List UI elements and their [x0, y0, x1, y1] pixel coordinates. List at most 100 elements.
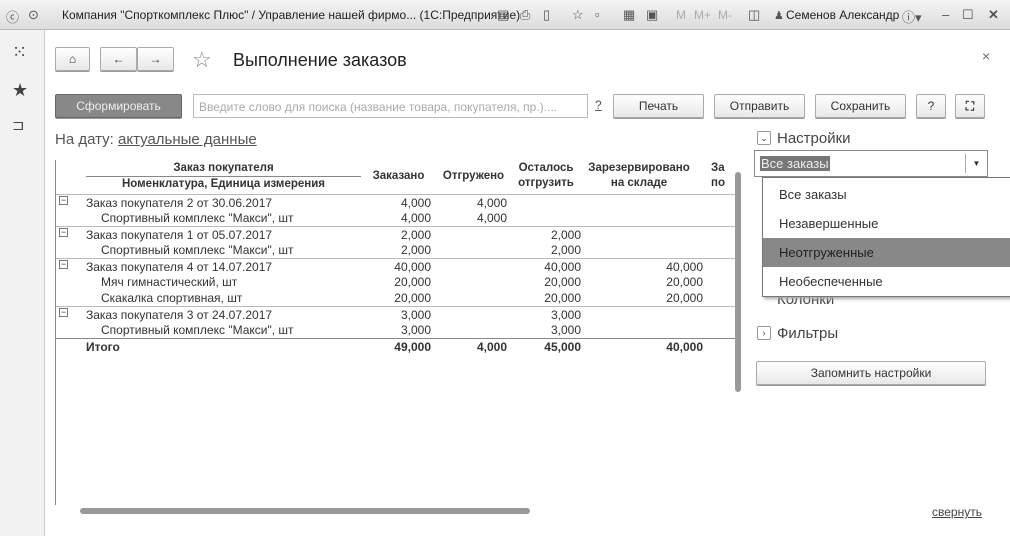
memory-m[interactable]: M [676, 8, 686, 22]
1c-logo-icon[interactable]: ⓒ [6, 7, 19, 26]
sections-grid-icon[interactable]: ⁙ [12, 42, 27, 63]
cell-ordered: 2,000 [400, 243, 431, 257]
cell-ordered: 4,000 [400, 196, 431, 210]
collapse-toggle-icon[interactable]: − [59, 308, 68, 317]
cell-reserved: 20,000 [666, 275, 703, 289]
dropdown-option[interactable]: Неотгруженные [763, 238, 1010, 267]
forward-button[interactable]: → [137, 47, 174, 71]
dropdown-option[interactable]: Все заказы [763, 180, 1010, 209]
calendar-icon[interactable]: ▣ [646, 7, 658, 23]
cell-ordered: 20,000 [394, 291, 431, 305]
row-name: Спортивный комплекс "Макси", шт [101, 323, 294, 337]
favorite-icon[interactable]: ☆ [572, 7, 584, 23]
on-date-label: На дату: [55, 131, 114, 148]
table-row[interactable]: Скакалка спортивная, шт 20,000 20,000 20,00… [56, 290, 735, 306]
settings-toggle-icon[interactable]: ⌄ [757, 131, 771, 145]
window-titlebar: ⓒ ⊙ Компания "Спорткомплекс Плюс" / Упра… [0, 0, 1010, 30]
row-name: Заказ покупателя 2 от 30.06.2017 [86, 196, 273, 210]
search-help-link[interactable]: ? [595, 98, 602, 112]
preview-icon[interactable]: ▯ [543, 7, 550, 23]
send-button[interactable]: Отправить [714, 94, 805, 118]
minimize-icon[interactable]: – [942, 7, 949, 22]
report-table: Заказ покупателя Номенклатура, Единица и… [55, 160, 735, 505]
arrow-right-icon: → [149, 52, 162, 66]
header-order: Заказ покупателя [86, 161, 361, 177]
cell-reserved: 20,000 [666, 291, 703, 305]
dropdown-option[interactable]: Необеспеченные [763, 267, 1010, 296]
order-filter-value: Все заказы [760, 156, 830, 171]
cell-ordered: 20,000 [394, 275, 431, 289]
page-title: Выполнение заказов [233, 50, 407, 70]
cell-reserved: 40,000 [666, 260, 703, 274]
search-input[interactable]: Введите слово для поиска (название товар… [193, 94, 588, 118]
fullscreen-button[interactable]: ⛶ [955, 94, 985, 118]
cell-remaining: 3,000 [550, 323, 581, 337]
cell-remaining: 40,000 [544, 260, 581, 274]
chevron-down-icon[interactable]: ▼ [965, 154, 987, 173]
remember-settings-button[interactable]: Запомнить настройки [756, 361, 986, 385]
home-button[interactable]: ⌂ [55, 47, 90, 71]
row-name: Итого [86, 340, 120, 354]
memory-m-plus[interactable]: M+ [694, 8, 711, 22]
order-filter-dropdown: Все заказы Незавершенные Неотгруженные Необ… [762, 177, 1010, 297]
cell-ordered: 49,000 [394, 340, 431, 354]
print-button[interactable]: Печать [613, 94, 704, 118]
cell-shipped: 4,000 [476, 340, 507, 354]
sidebar: ⁙ ★ ⊐ [0, 30, 45, 536]
cell-remaining: 20,000 [544, 275, 581, 289]
window-title: Компания "Спорткомплекс Плюс" / Управлен… [62, 8, 521, 22]
table-row[interactable]: − Заказ покупателя 2 от 30.06.2017 4,000 4,… [56, 194, 735, 210]
maximize-icon[interactable]: ☐ [962, 7, 974, 23]
close-icon[interactable]: × [982, 48, 990, 64]
save-button[interactable]: Сохранить [815, 94, 906, 118]
cell-ordered: 4,000 [400, 211, 431, 225]
info-icon[interactable]: ⓘ▾ [902, 7, 922, 26]
close-window-icon[interactable]: ✕ [988, 7, 999, 23]
home-icon: ⌂ [68, 52, 77, 66]
cell-shipped: 4,000 [476, 196, 507, 210]
favorite-star-icon[interactable]: ☆ [192, 47, 212, 73]
header-cut: За по [711, 162, 725, 189]
history-icon[interactable]: ⊐ [12, 116, 25, 134]
on-date: На дату: актуальные данные [55, 131, 257, 148]
bookmark-icon[interactable]: ▫ [595, 7, 600, 22]
horizontal-scrollbar[interactable] [75, 508, 720, 515]
favorites-star-icon[interactable]: ★ [12, 80, 28, 101]
cell-reserved: 40,000 [666, 340, 703, 354]
collapse-toggle-icon[interactable]: − [59, 228, 68, 237]
order-filter-select[interactable]: Все заказы ▼ [754, 150, 988, 177]
table-row[interactable]: − Заказ покупателя 1 от 05.07.2017 2,000 2,… [56, 226, 735, 242]
row-name: Заказ покупателя 1 от 05.07.2017 [86, 228, 273, 242]
table-row[interactable]: − Заказ покупателя 4 от 14.07.2017 40,000 4… [56, 258, 735, 274]
row-name: Спортивный комплекс "Макси", шт [101, 211, 294, 225]
table-row[interactable]: Спортивный комплекс "Макси", шт 3,000 3,00… [56, 322, 735, 338]
table-row[interactable]: Спортивный комплекс "Макси", шт 2,000 2,00… [56, 242, 735, 258]
filters-toggle-icon[interactable]: › [757, 326, 771, 340]
back-button[interactable]: ← [100, 47, 137, 71]
collapse-toggle-icon[interactable]: − [59, 196, 68, 205]
row-name: Мяч гимнастический, шт [101, 275, 238, 289]
table-row[interactable]: Спортивный комплекс "Макси", шт 4,000 4,00… [56, 210, 735, 226]
filters-label[interactable]: Фильтры [777, 325, 838, 342]
generate-button[interactable]: Сформировать [55, 94, 182, 118]
settings-title[interactable]: Настройки [777, 130, 851, 147]
menu-icon[interactable]: ⊙ [28, 7, 39, 23]
calculator-icon[interactable]: ▦ [623, 7, 635, 23]
collapse-toggle-icon[interactable]: − [59, 260, 68, 269]
table-row[interactable]: Мяч гимнастический, шт 20,000 20,000 20,000 [56, 274, 735, 290]
cell-ordered: 2,000 [400, 228, 431, 242]
on-date-link[interactable]: актуальные данные [118, 131, 257, 148]
dropdown-option[interactable]: Незавершенные [763, 209, 1010, 238]
collapse-link[interactable]: свернуть [932, 505, 982, 519]
header-remaining: Осталось отгрузить [518, 162, 574, 189]
total-row[interactable]: Итого 49,000 4,000 45,000 40,000 [56, 338, 735, 354]
save-icon[interactable]: ▤ [497, 7, 509, 23]
help-button[interactable]: ? [916, 94, 946, 118]
row-name: Спортивный комплекс "Макси", шт [101, 243, 294, 257]
user-name[interactable]: Семенов Александр [786, 8, 899, 22]
memory-m-minus[interactable]: M- [718, 8, 732, 22]
table-row[interactable]: − Заказ покупателя 3 от 24.07.2017 3,000 3,… [56, 306, 735, 322]
print-icon[interactable]: ⎙ [520, 7, 530, 23]
vertical-scrollbar[interactable] [733, 160, 743, 496]
panels-icon[interactable]: ◫ [748, 7, 760, 23]
